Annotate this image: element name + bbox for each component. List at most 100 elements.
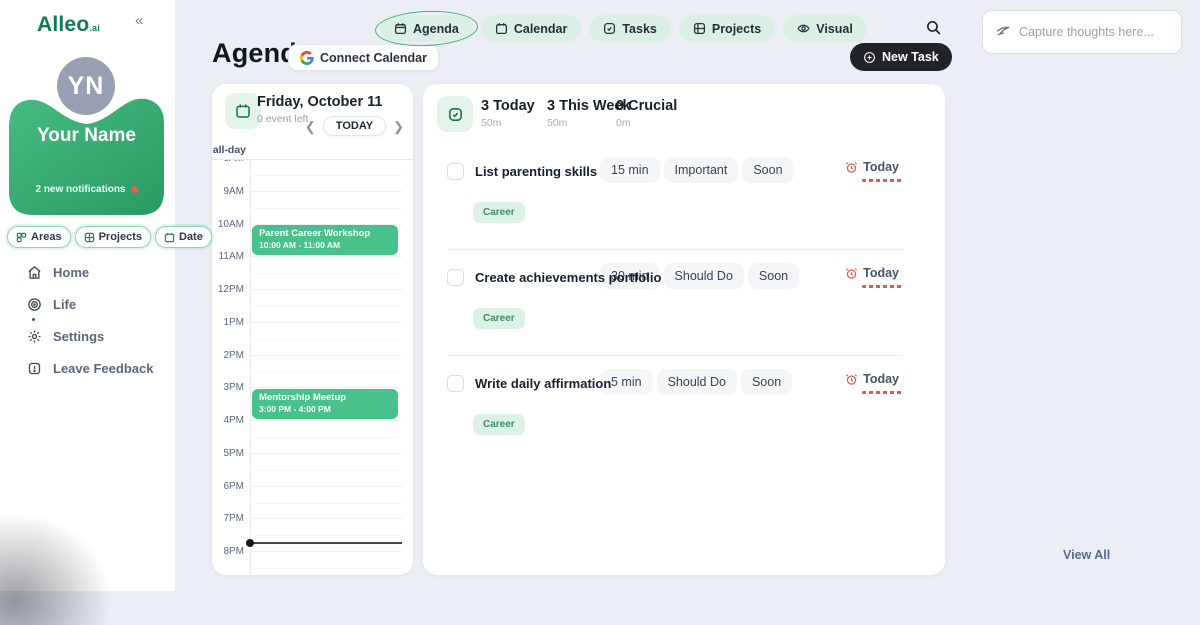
feedback-icon: [27, 361, 42, 376]
task-title[interactable]: Create achievements portfolio: [475, 270, 661, 285]
hour-row[interactable]: 5PM: [250, 453, 402, 486]
tab-calendar[interactable]: Calendar: [481, 15, 582, 42]
capture-thoughts-card: [982, 10, 1182, 54]
hour-row[interactable]: 1PM: [250, 322, 402, 355]
current-time-indicator: [250, 542, 402, 544]
priority-badge[interactable]: Important: [664, 157, 739, 183]
half-hour-line: [250, 372, 402, 373]
priority-badge[interactable]: Should Do: [664, 263, 744, 289]
next-day-icon[interactable]: ❯: [393, 120, 404, 133]
hour-row[interactable]: 11AM: [250, 256, 402, 289]
new-task-label: New Task: [882, 50, 939, 64]
sidebar-item-home[interactable]: Home: [27, 265, 153, 280]
projects-small-icon: [84, 232, 95, 243]
all-day-row: all-day: [212, 141, 413, 160]
due-label: Today: [863, 372, 899, 386]
filter-areas[interactable]: Areas: [7, 226, 71, 248]
tab-projects[interactable]: Projects: [679, 15, 775, 42]
task-title[interactable]: List parenting skills: [475, 164, 597, 179]
capture-thoughts-input[interactable]: [1019, 25, 1169, 39]
task-checkbox[interactable]: [447, 163, 464, 180]
hour-label: 2PM: [212, 350, 244, 361]
tab-visual[interactable]: Visual: [783, 15, 867, 42]
tab-label: Visual: [816, 22, 853, 36]
hour-row[interactable]: 6PM: [250, 486, 402, 519]
hour-label: 9AM: [212, 186, 244, 197]
all-day-label: all-day: [212, 144, 246, 156]
when-badge[interactable]: Soon: [741, 369, 792, 395]
hour-row[interactable]: 9AM: [250, 191, 402, 224]
google-icon: [300, 51, 314, 65]
hour-row[interactable]: 2PM: [250, 355, 402, 388]
hour-row[interactable]: 4PM: [250, 420, 402, 453]
task-tag[interactable]: Career: [473, 414, 525, 435]
when-badge[interactable]: Soon: [748, 263, 799, 289]
priority-badge[interactable]: Should Do: [657, 369, 737, 395]
due-today[interactable]: Today: [845, 266, 899, 280]
new-task-button[interactable]: New Task: [850, 43, 952, 71]
calendar-event[interactable]: Parent Career Workshop 10:00 AM - 11:00 …: [252, 225, 398, 255]
task-tag[interactable]: Career: [473, 202, 525, 223]
half-hour-line: [250, 273, 402, 274]
profile-card[interactable]: YN Your Name 2 new notifications: [9, 57, 164, 215]
filter-projects[interactable]: Projects: [75, 226, 151, 248]
due-today[interactable]: Today: [845, 372, 899, 386]
view-all-link[interactable]: View All: [1063, 548, 1110, 562]
stat-label: 0 Crucial: [616, 98, 677, 114]
when-badge[interactable]: Soon: [742, 157, 793, 183]
task-checkbox[interactable]: [447, 269, 464, 286]
hour-row[interactable]: 8AM: [250, 158, 402, 191]
hour-rows: Parent Career Workshop 10:00 AM - 11:00 …: [212, 158, 413, 575]
collapse-sidebar-icon[interactable]: «: [135, 12, 143, 29]
user-name: Your Name: [9, 125, 164, 147]
menu-label: Life: [53, 297, 76, 312]
hour-label: 10AM: [212, 219, 244, 230]
half-hour-line: [250, 437, 402, 438]
tab-label: Calendar: [514, 22, 568, 36]
prev-day-icon[interactable]: ❮: [305, 120, 316, 133]
tab-tasks[interactable]: Tasks: [589, 15, 671, 42]
due-label: Today: [863, 266, 899, 280]
stat-today: 3 Today 50m: [481, 98, 535, 129]
hour-label: 8PM: [212, 546, 244, 557]
task-row: List parenting skills 15 min Important S…: [423, 144, 945, 250]
task-row: Create achievements portfolio 30 min Sho…: [423, 250, 945, 356]
logo-suffix: .ai: [89, 23, 100, 33]
alarm-clock-icon: [845, 267, 858, 280]
half-hour-line: [250, 568, 402, 569]
hour-label: 6PM: [212, 481, 244, 492]
gear-icon: [27, 329, 42, 344]
hour-label: 11AM: [212, 251, 244, 262]
agenda-icon: [394, 22, 407, 35]
notifications-text[interactable]: 2 new notifications: [9, 184, 164, 195]
due-today[interactable]: Today: [845, 160, 899, 174]
event-title: Mentorship Meetup: [259, 392, 391, 404]
connect-calendar-button[interactable]: Connect Calendar: [288, 44, 439, 71]
sidebar: Alleo.ai « YN Your Name 2 new notificati…: [0, 0, 175, 591]
sidebar-item-settings[interactable]: Settings: [27, 329, 153, 344]
task-tag[interactable]: Career: [473, 308, 525, 329]
half-hour-line: [250, 503, 402, 504]
due-underline: [862, 179, 904, 182]
menu-label: Home: [53, 265, 89, 280]
stat-label: 3 Today: [481, 98, 535, 114]
sidebar-item-life[interactable]: Life: [27, 297, 153, 312]
filter-label: Areas: [31, 231, 62, 243]
event-time: 3:00 PM - 4:00 PM: [259, 404, 391, 414]
sidebar-item-leave-feedback[interactable]: Leave Feedback: [27, 361, 153, 376]
hour-row[interactable]: 8PM: [250, 551, 402, 575]
notification-dot: [131, 186, 138, 193]
task-title[interactable]: Write daily affirmation: [475, 376, 611, 391]
hour-row[interactable]: 12PM: [250, 289, 402, 322]
calendar-event[interactable]: Mentorship Meetup 3:00 PM - 4:00 PM: [252, 389, 398, 419]
today-button[interactable]: TODAY: [323, 116, 386, 136]
areas-icon: [16, 232, 27, 243]
filter-date[interactable]: Date: [155, 226, 212, 248]
hour-row[interactable]: 7PM: [250, 518, 402, 551]
task-checkbox[interactable]: [447, 375, 464, 392]
search-icon[interactable]: [925, 19, 942, 41]
duration-badge[interactable]: 15 min: [600, 157, 660, 183]
avatar[interactable]: YN: [57, 57, 115, 115]
tab-agenda[interactable]: Agenda: [380, 15, 473, 42]
tab-label: Agenda: [413, 22, 459, 36]
